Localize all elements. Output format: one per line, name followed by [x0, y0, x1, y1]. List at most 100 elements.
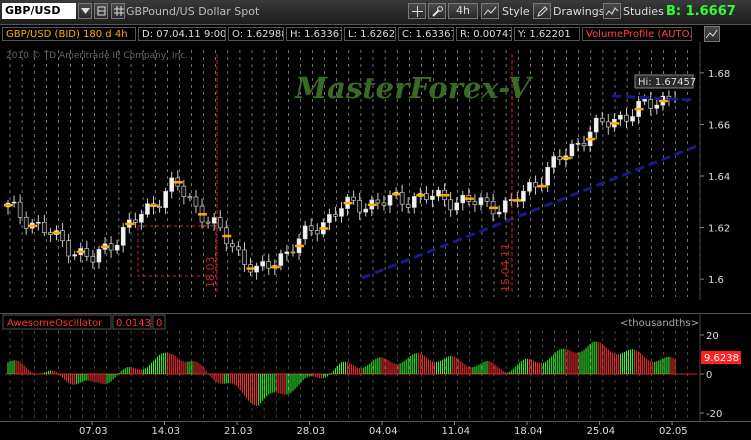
candle-body	[284, 251, 290, 254]
volume-profile-mark	[295, 244, 305, 248]
price-chart[interactable]: MasterForex-V 2010 © TD Ameritrade IP Co…	[0, 42, 751, 300]
candle-body	[436, 189, 441, 197]
candle-body	[193, 196, 199, 207]
candle-body	[114, 244, 120, 251]
volume-profile-field[interactable]: VolumeProfile (AUTO...	[582, 27, 692, 41]
y-field: Y: 1.62201	[514, 27, 580, 41]
candle-body	[375, 199, 381, 204]
crosshair-button[interactable]	[408, 3, 426, 19]
chart-options-button[interactable]	[704, 26, 720, 42]
candle-body	[302, 225, 308, 240]
close-field: C: 1.63367	[398, 27, 454, 41]
candle-body	[333, 214, 338, 217]
symbol-dropdown-button[interactable]	[78, 3, 92, 19]
candle-body	[454, 202, 460, 211]
candle-body	[242, 249, 247, 265]
candle-body	[254, 265, 259, 273]
candle-body	[60, 230, 65, 242]
candle-body	[278, 253, 284, 266]
drawings-label[interactable]: Drawings	[553, 4, 604, 20]
volume-profile-mark	[634, 107, 644, 111]
oscillator-panel[interactable]: AwesomeOscillator 0.0143 0 <thousandths>…	[0, 313, 751, 440]
studies-label[interactable]: Studies	[623, 4, 664, 20]
link-button[interactable]	[94, 3, 108, 19]
candle-body	[460, 194, 466, 204]
link-icon	[97, 6, 106, 16]
candle-body	[599, 117, 605, 123]
candle-body	[472, 201, 478, 205]
volume-profile-mark	[52, 231, 62, 235]
osc-units: <thousandths>	[620, 318, 699, 329]
volume-profile-mark	[149, 204, 159, 207]
candle-body	[351, 196, 356, 201]
volume-profile-mark	[125, 222, 135, 226]
symbol-info[interactable]: GBP/USD (BID) 180 d 4h	[2, 27, 136, 41]
x-tick-label: 21.03	[224, 426, 253, 437]
osc-tick-label: 20	[706, 331, 719, 342]
volume-profile-mark	[489, 206, 499, 210]
candle-body	[502, 200, 508, 213]
chart-style-icon	[484, 6, 497, 16]
style-button[interactable]	[481, 3, 499, 19]
low-field: L: 1.6262	[344, 27, 396, 41]
candle-body	[508, 199, 514, 202]
candle-body	[411, 196, 417, 208]
style-label[interactable]: Style	[502, 4, 530, 20]
osc-value: 0.0143	[116, 318, 151, 329]
price-tick-label: 1.68	[708, 69, 730, 80]
candle-body	[430, 195, 435, 200]
candle-body	[84, 248, 90, 257]
candle-body	[163, 191, 168, 208]
candle-body	[139, 214, 144, 223]
candle-body	[581, 143, 587, 147]
candle-body	[618, 114, 623, 120]
candle-body	[399, 192, 405, 205]
candle-body	[424, 193, 429, 200]
candle-body	[551, 156, 557, 168]
osc-name[interactable]: AwesomeOscillator	[7, 318, 103, 329]
x-tick-label: 14.03	[152, 426, 181, 437]
candle-body	[405, 203, 411, 208]
studies-button[interactable]	[603, 3, 621, 19]
candle-body	[327, 214, 332, 223]
volume-profile-mark	[28, 224, 38, 228]
volume-profile-mark	[561, 156, 571, 160]
candle-body	[314, 230, 320, 235]
volume-profile-mark	[246, 267, 256, 270]
volume-profile-mark	[416, 194, 426, 197]
candle-body	[630, 116, 635, 122]
open-field: O: 1.62988	[228, 27, 284, 41]
candle-body	[108, 243, 114, 251]
candle-body	[145, 203, 150, 215]
candle-body	[187, 196, 193, 198]
symbol-selector[interactable]: GBP/USD	[2, 3, 76, 19]
volume-profile-mark	[222, 234, 232, 238]
candle-body	[236, 246, 241, 251]
candle-body	[266, 261, 272, 269]
candle-body	[48, 232, 53, 235]
volume-profile-mark	[198, 213, 208, 216]
x-tick-label: 28.03	[297, 426, 326, 437]
candle-body	[381, 202, 387, 206]
candle-body	[648, 99, 654, 109]
studies-icon	[606, 7, 619, 16]
marker-label-150411: 15.04.11	[499, 243, 512, 292]
osc-tick-label: 0	[706, 370, 712, 381]
x-tick-label: 11.04	[442, 426, 471, 437]
candle-body	[545, 167, 550, 186]
timeframe-button[interactable]: 4h	[448, 3, 478, 19]
volume-profile-mark	[76, 250, 86, 254]
symbol-text: GBP/USD	[5, 4, 61, 17]
candle-body	[260, 261, 265, 267]
candle-body	[448, 199, 453, 211]
grid-button[interactable]	[111, 3, 125, 19]
candle-body	[66, 240, 71, 257]
drawings-button[interactable]	[533, 3, 551, 19]
timeframe-label: 4h	[456, 4, 470, 17]
candle-body	[72, 254, 77, 257]
volume-profile-mark	[610, 122, 620, 125]
x-tick-label: 18.04	[514, 426, 543, 437]
settings-button[interactable]	[428, 3, 446, 19]
candle-body	[217, 217, 223, 229]
volume-profile-mark	[392, 192, 402, 196]
